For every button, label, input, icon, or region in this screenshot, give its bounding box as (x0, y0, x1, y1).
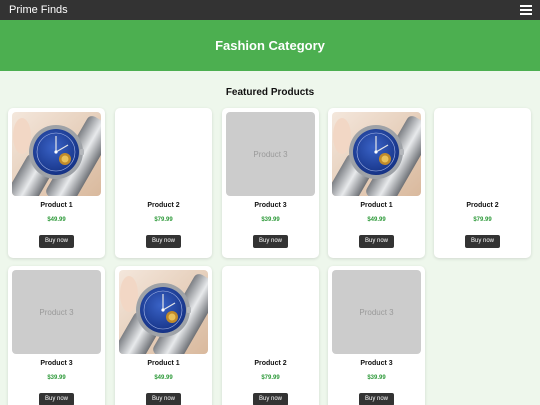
product-card[interactable]: Product 2 $79.99 Buy now (115, 108, 212, 258)
product-name[interactable]: Product 1 (8, 201, 105, 210)
product-name[interactable]: Product 3 (222, 201, 319, 210)
buy-now-button[interactable]: Buy now (465, 235, 500, 248)
product-price: $49.99 (47, 217, 66, 223)
menu-line-middle (520, 9, 532, 11)
product-card[interactable]: Product 1 $49.99 Buy now (328, 108, 425, 258)
product-image-watch[interactable] (12, 112, 101, 196)
product-card[interactable]: Product 1 $49.99 Buy now (115, 266, 212, 405)
product-name[interactable]: Product 1 (328, 201, 425, 210)
buy-now-button[interactable]: Buy now (253, 393, 288, 405)
product-price: $49.99 (154, 375, 173, 381)
featured-products-heading: Featured Products (225, 87, 315, 98)
product-price: $39.99 (261, 217, 280, 223)
product-image-placeholder[interactable]: Product 3 (332, 270, 421, 354)
product-price: $49.99 (367, 217, 386, 223)
product-card[interactable]: Product 2 $79.99 Buy now (434, 108, 531, 258)
placeholder-label: Product 3 (359, 308, 394, 317)
product-image-placeholder[interactable]: Product 3 (12, 270, 101, 354)
buy-now-button[interactable]: Buy now (359, 235, 394, 248)
product-image-blank[interactable] (438, 112, 527, 196)
product-name[interactable]: Product 3 (8, 359, 105, 368)
product-name[interactable]: Product 1 (115, 359, 212, 368)
category-title: Fashion Category (215, 38, 325, 53)
product-image-blank[interactable] (119, 112, 208, 196)
menu-line-bottom (520, 13, 532, 15)
buy-now-button[interactable]: Buy now (146, 235, 181, 248)
product-image-watch[interactable] (119, 270, 208, 354)
product-card[interactable]: Product 3 Product 3 $39.99 Buy now (8, 266, 105, 405)
product-price: $79.99 (473, 217, 492, 223)
product-card[interactable]: Product 2 $79.99 Buy now (222, 266, 319, 405)
product-name[interactable]: Product 3 (328, 359, 425, 368)
placeholder-label: Product 3 (253, 150, 288, 159)
placeholder-label: Product 3 (39, 308, 74, 317)
buy-now-button[interactable]: Buy now (39, 235, 74, 248)
buy-now-button[interactable]: Buy now (253, 235, 288, 248)
product-card[interactable]: Product 3 Product 3 $39.99 Buy now (222, 108, 319, 258)
product-price: $39.99 (367, 375, 386, 381)
hamburger-menu-icon[interactable] (520, 5, 532, 15)
buy-now-button[interactable]: Buy now (146, 393, 181, 405)
product-price: $79.99 (154, 217, 173, 223)
buy-now-button[interactable]: Buy now (359, 393, 394, 405)
product-name[interactable]: Product 2 (115, 201, 212, 210)
menu-line-top (520, 5, 532, 7)
product-image-watch[interactable] (332, 112, 421, 196)
buy-now-button[interactable]: Buy now (39, 393, 74, 405)
product-card[interactable]: Product 1 $49.99 Buy now (8, 108, 105, 258)
brand-name[interactable]: Prime Finds (9, 3, 68, 17)
category-banner: Fashion Category (0, 20, 540, 71)
product-image-placeholder[interactable]: Product 3 (226, 112, 315, 196)
product-card[interactable]: Product 3 Product 3 $39.99 Buy now (328, 266, 425, 405)
product-price: $39.99 (47, 375, 66, 381)
product-image-blank[interactable] (226, 270, 315, 354)
product-price: $79.99 (261, 375, 280, 381)
product-name[interactable]: Product 2 (222, 359, 319, 368)
top-navbar: Prime Finds (0, 0, 540, 20)
product-name[interactable]: Product 2 (434, 201, 531, 210)
